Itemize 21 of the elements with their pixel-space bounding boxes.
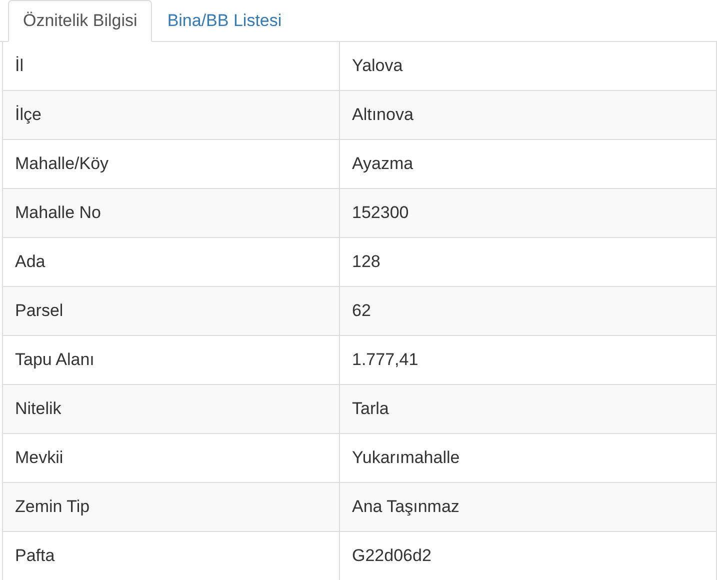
table-cell: Mevkii (3, 434, 340, 483)
table-cell: Ayazma (340, 140, 717, 189)
table-cell: Mahalle/Köy (3, 140, 340, 189)
table-cell: Ada (3, 238, 340, 287)
table-cell: Ana Taşınmaz (340, 483, 717, 532)
table-cell: 62 (340, 287, 717, 336)
table-cell: 152300 (340, 189, 717, 238)
table-cell: Yukarımahalle (340, 434, 717, 483)
table-cell: Tapu Alanı (3, 336, 340, 385)
table-cell: 128 (340, 238, 717, 287)
table-cell: Yalova (340, 42, 717, 91)
table-cell: Zemin Tip (3, 483, 340, 532)
table-cell: 1.777,41 (340, 336, 717, 385)
table-cell: Tarla (340, 385, 717, 434)
table-cell: Mahalle No (3, 189, 340, 238)
table-cell: İlçe (3, 91, 340, 140)
table-cell: Nitelik (3, 385, 340, 434)
tab[interactable]: Öznitelik Bilgisi (8, 0, 152, 42)
table-cell: İl (3, 42, 340, 91)
table-cell: Parsel (3, 287, 340, 336)
table-cell: Altınova (340, 91, 717, 140)
